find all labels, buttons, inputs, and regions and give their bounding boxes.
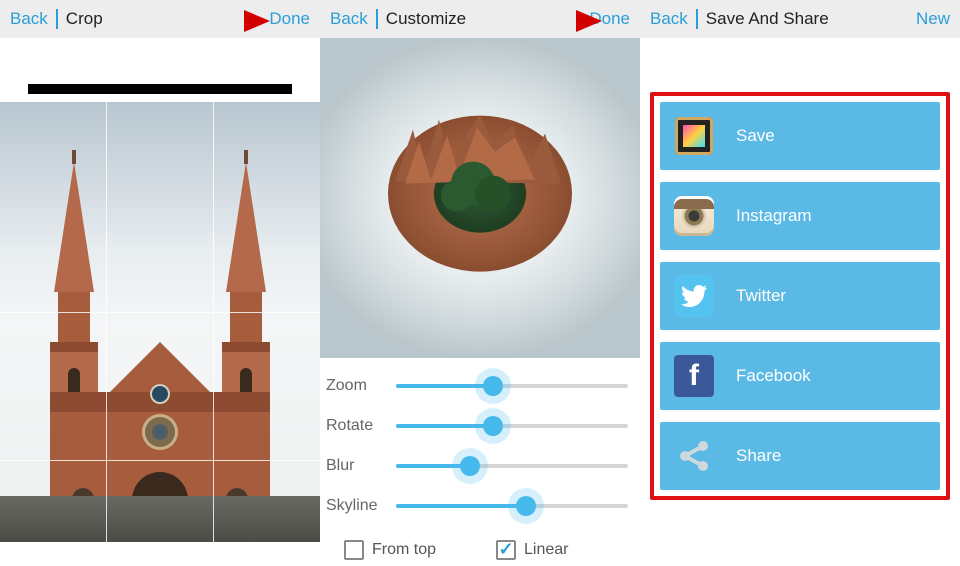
back-button[interactable]: Back [10,9,48,29]
crop-gridline [0,460,320,461]
panel-crop: Back Crop Done [0,0,320,566]
share-button-share[interactable]: Share [660,422,940,490]
slider-row-blur: Blur [326,446,628,486]
panel-save-share: Back Save And Share New Save Instagram [640,0,960,566]
checkbox-linear[interactable]: Linear [496,540,568,560]
share-button-save[interactable]: Save [660,102,940,170]
slider-blur[interactable] [396,454,628,478]
topbar-saveshare: Back Save And Share New [640,0,960,38]
checkbox-label: From top [372,541,436,559]
share-button-facebook[interactable]: f Facebook [660,342,940,410]
facebook-icon: f [674,356,714,396]
checkbox-from-top[interactable]: From top [344,540,436,560]
panel-customize: Back Customize Done [320,0,640,566]
twitter-icon [674,276,714,316]
done-button[interactable]: Done [269,9,310,29]
share-button-label: Save [736,126,775,146]
crop-gridline [0,312,320,313]
new-button[interactable]: New [916,9,950,29]
checkbox-icon [496,540,516,560]
done-button[interactable]: Done [589,9,630,29]
page-title: Crop [66,9,103,29]
crop-stage[interactable] [0,38,320,566]
slider-label: Blur [326,457,396,475]
crop-photo[interactable] [0,102,320,542]
instagram-icon [674,196,714,236]
slider-label: Zoom [326,377,396,395]
slider-row-skyline: Skyline [326,486,628,526]
checkbox-label: Linear [524,541,568,559]
topbar-divider [696,9,698,29]
share-button-twitter[interactable]: Twitter [660,262,940,330]
slider-row-rotate: Rotate [326,406,628,446]
share-button-instagram[interactable]: Instagram [660,182,940,250]
slider-zoom[interactable] [396,374,628,398]
letterbox-bar [28,84,292,94]
share-icon [674,436,714,476]
back-button[interactable]: Back [650,9,688,29]
slider-skyline[interactable] [396,494,628,518]
save-icon [674,116,714,156]
preview-tinyplanet[interactable] [320,38,640,358]
slider-label: Rotate [326,417,396,435]
share-button-label: Facebook [736,366,811,386]
slider-label: Skyline [326,497,396,515]
topbar-crop: Back Crop Done [0,0,320,38]
topbar-divider [376,9,378,29]
tinyplanet-graphic [365,92,595,282]
checkbox-icon [344,540,364,560]
slider-row-zoom: Zoom [326,366,628,406]
page-title: Customize [386,9,466,29]
crop-gridline [106,102,107,542]
share-button-label: Share [736,446,781,466]
slider-rotate[interactable] [396,414,628,438]
crop-gridline [213,102,214,542]
share-button-label: Instagram [736,206,812,226]
topbar-divider [56,9,58,29]
topbar-customize: Back Customize Done [320,0,640,38]
share-button-label: Twitter [736,286,786,306]
back-button[interactable]: Back [330,9,368,29]
page-title: Save And Share [706,9,829,29]
annotation-highlight-box: Save Instagram Twitter f Face [650,92,950,500]
controls: Zoom Rotate Blur [320,358,640,560]
